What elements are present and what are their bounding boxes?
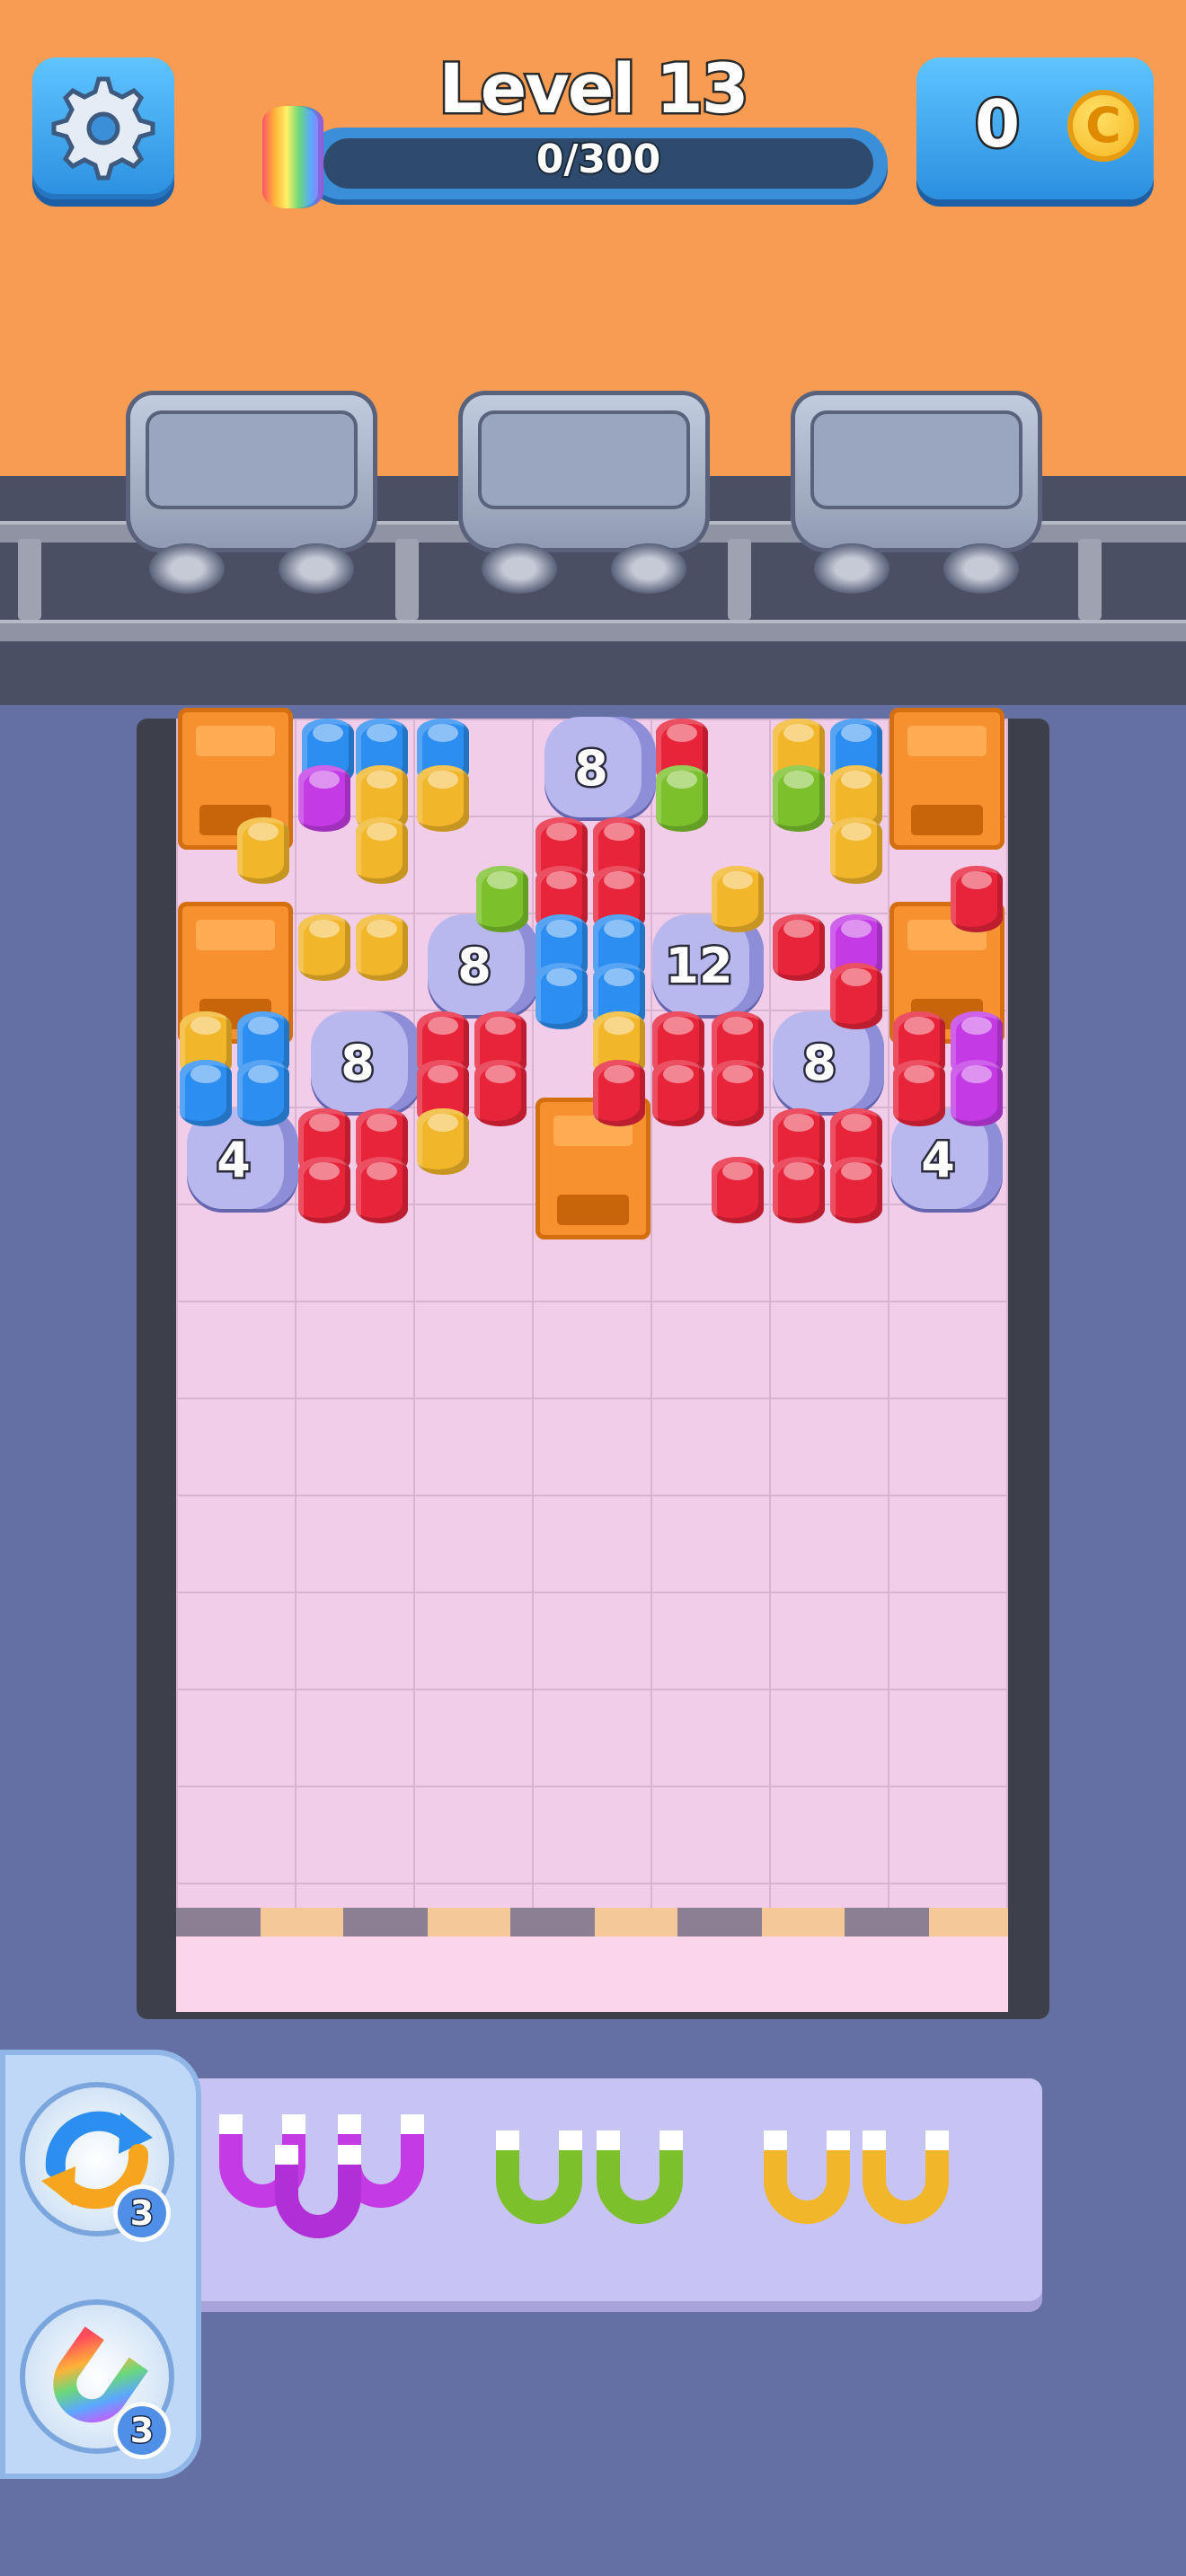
rail-bottom [0,620,1186,641]
booster-count: 3 [113,2184,171,2242]
rail-tie [18,539,41,620]
pipe-count: 12 [663,936,735,997]
pipe-count: 8 [801,1033,839,1094]
can-yellow[interactable] [417,765,469,832]
can-yellow[interactable] [712,866,764,932]
magnet-green-icon [496,2130,582,2224]
can-yellow[interactable] [237,817,289,884]
limit-line [176,1908,1008,1936]
pipe-spawner[interactable]: 8 [311,1011,422,1112]
pipe-count: 4 [215,1130,253,1191]
can-red[interactable] [773,1157,825,1223]
can-red[interactable] [712,1060,764,1126]
can-green[interactable] [656,765,708,832]
can-yellow[interactable] [830,817,882,884]
can-red[interactable] [652,1060,704,1126]
rainbow-magnet-booster-button[interactable]: 3 [20,2299,174,2459]
can-blue[interactable] [237,1060,289,1126]
can-red[interactable] [474,1060,527,1126]
can-red[interactable] [298,1157,350,1223]
mine-cart [117,391,386,597]
mine-cart [449,391,719,597]
can-red[interactable] [830,963,882,1029]
can-green[interactable] [773,765,825,832]
rail-tie [1078,539,1102,620]
shuffle-booster-button[interactable]: 3 [20,2082,174,2242]
magnet-yellow-icon [764,2130,850,2224]
rail-tie [728,539,751,620]
pipe-count: 8 [572,738,611,799]
can-blue[interactable] [535,963,588,1029]
can-red[interactable] [830,1157,882,1223]
can-yellow[interactable] [356,817,408,884]
can-red[interactable] [951,866,1003,932]
settings-button[interactable] [32,57,174,199]
can-red[interactable] [773,914,825,981]
pipe-count: 8 [456,936,494,997]
can-red[interactable] [712,1157,764,1223]
can-yellow[interactable] [356,914,408,981]
gear-icon [51,76,155,181]
magnet-green-icon [597,2130,683,2224]
rainbow-can-icon [262,106,323,208]
coin-count: 0 [972,84,1022,164]
can-yellow[interactable] [417,1108,469,1175]
progress-text: 0/300 [535,135,663,184]
can-purple[interactable] [951,1060,1003,1126]
can-blue[interactable] [180,1060,232,1126]
pipe-count: 8 [339,1033,377,1094]
mine-cart [782,391,1051,597]
can-red[interactable] [893,1060,945,1126]
level-title: Level 13 [437,47,751,131]
can-red[interactable] [593,1060,645,1126]
pipe-spawner[interactable]: 8 [544,717,656,817]
can-purple[interactable] [298,765,350,832]
board-bottom [176,1936,1008,2012]
booster-count: 3 [113,2402,171,2459]
pipe-spawner[interactable]: 8 [428,914,539,1015]
magnet-yellow-icon [863,2130,949,2224]
coin-icon: C [1067,90,1139,162]
magnet-purple-icon [275,2145,361,2238]
rail-tie [395,539,419,620]
pipe-count: 4 [919,1130,958,1191]
can-green[interactable] [476,866,528,932]
game-board[interactable]: 8 8 12 8 8 4 4 [176,708,1008,2012]
orange-crate[interactable] [890,708,1005,850]
can-red[interactable] [356,1157,408,1223]
can-yellow[interactable] [298,914,350,981]
